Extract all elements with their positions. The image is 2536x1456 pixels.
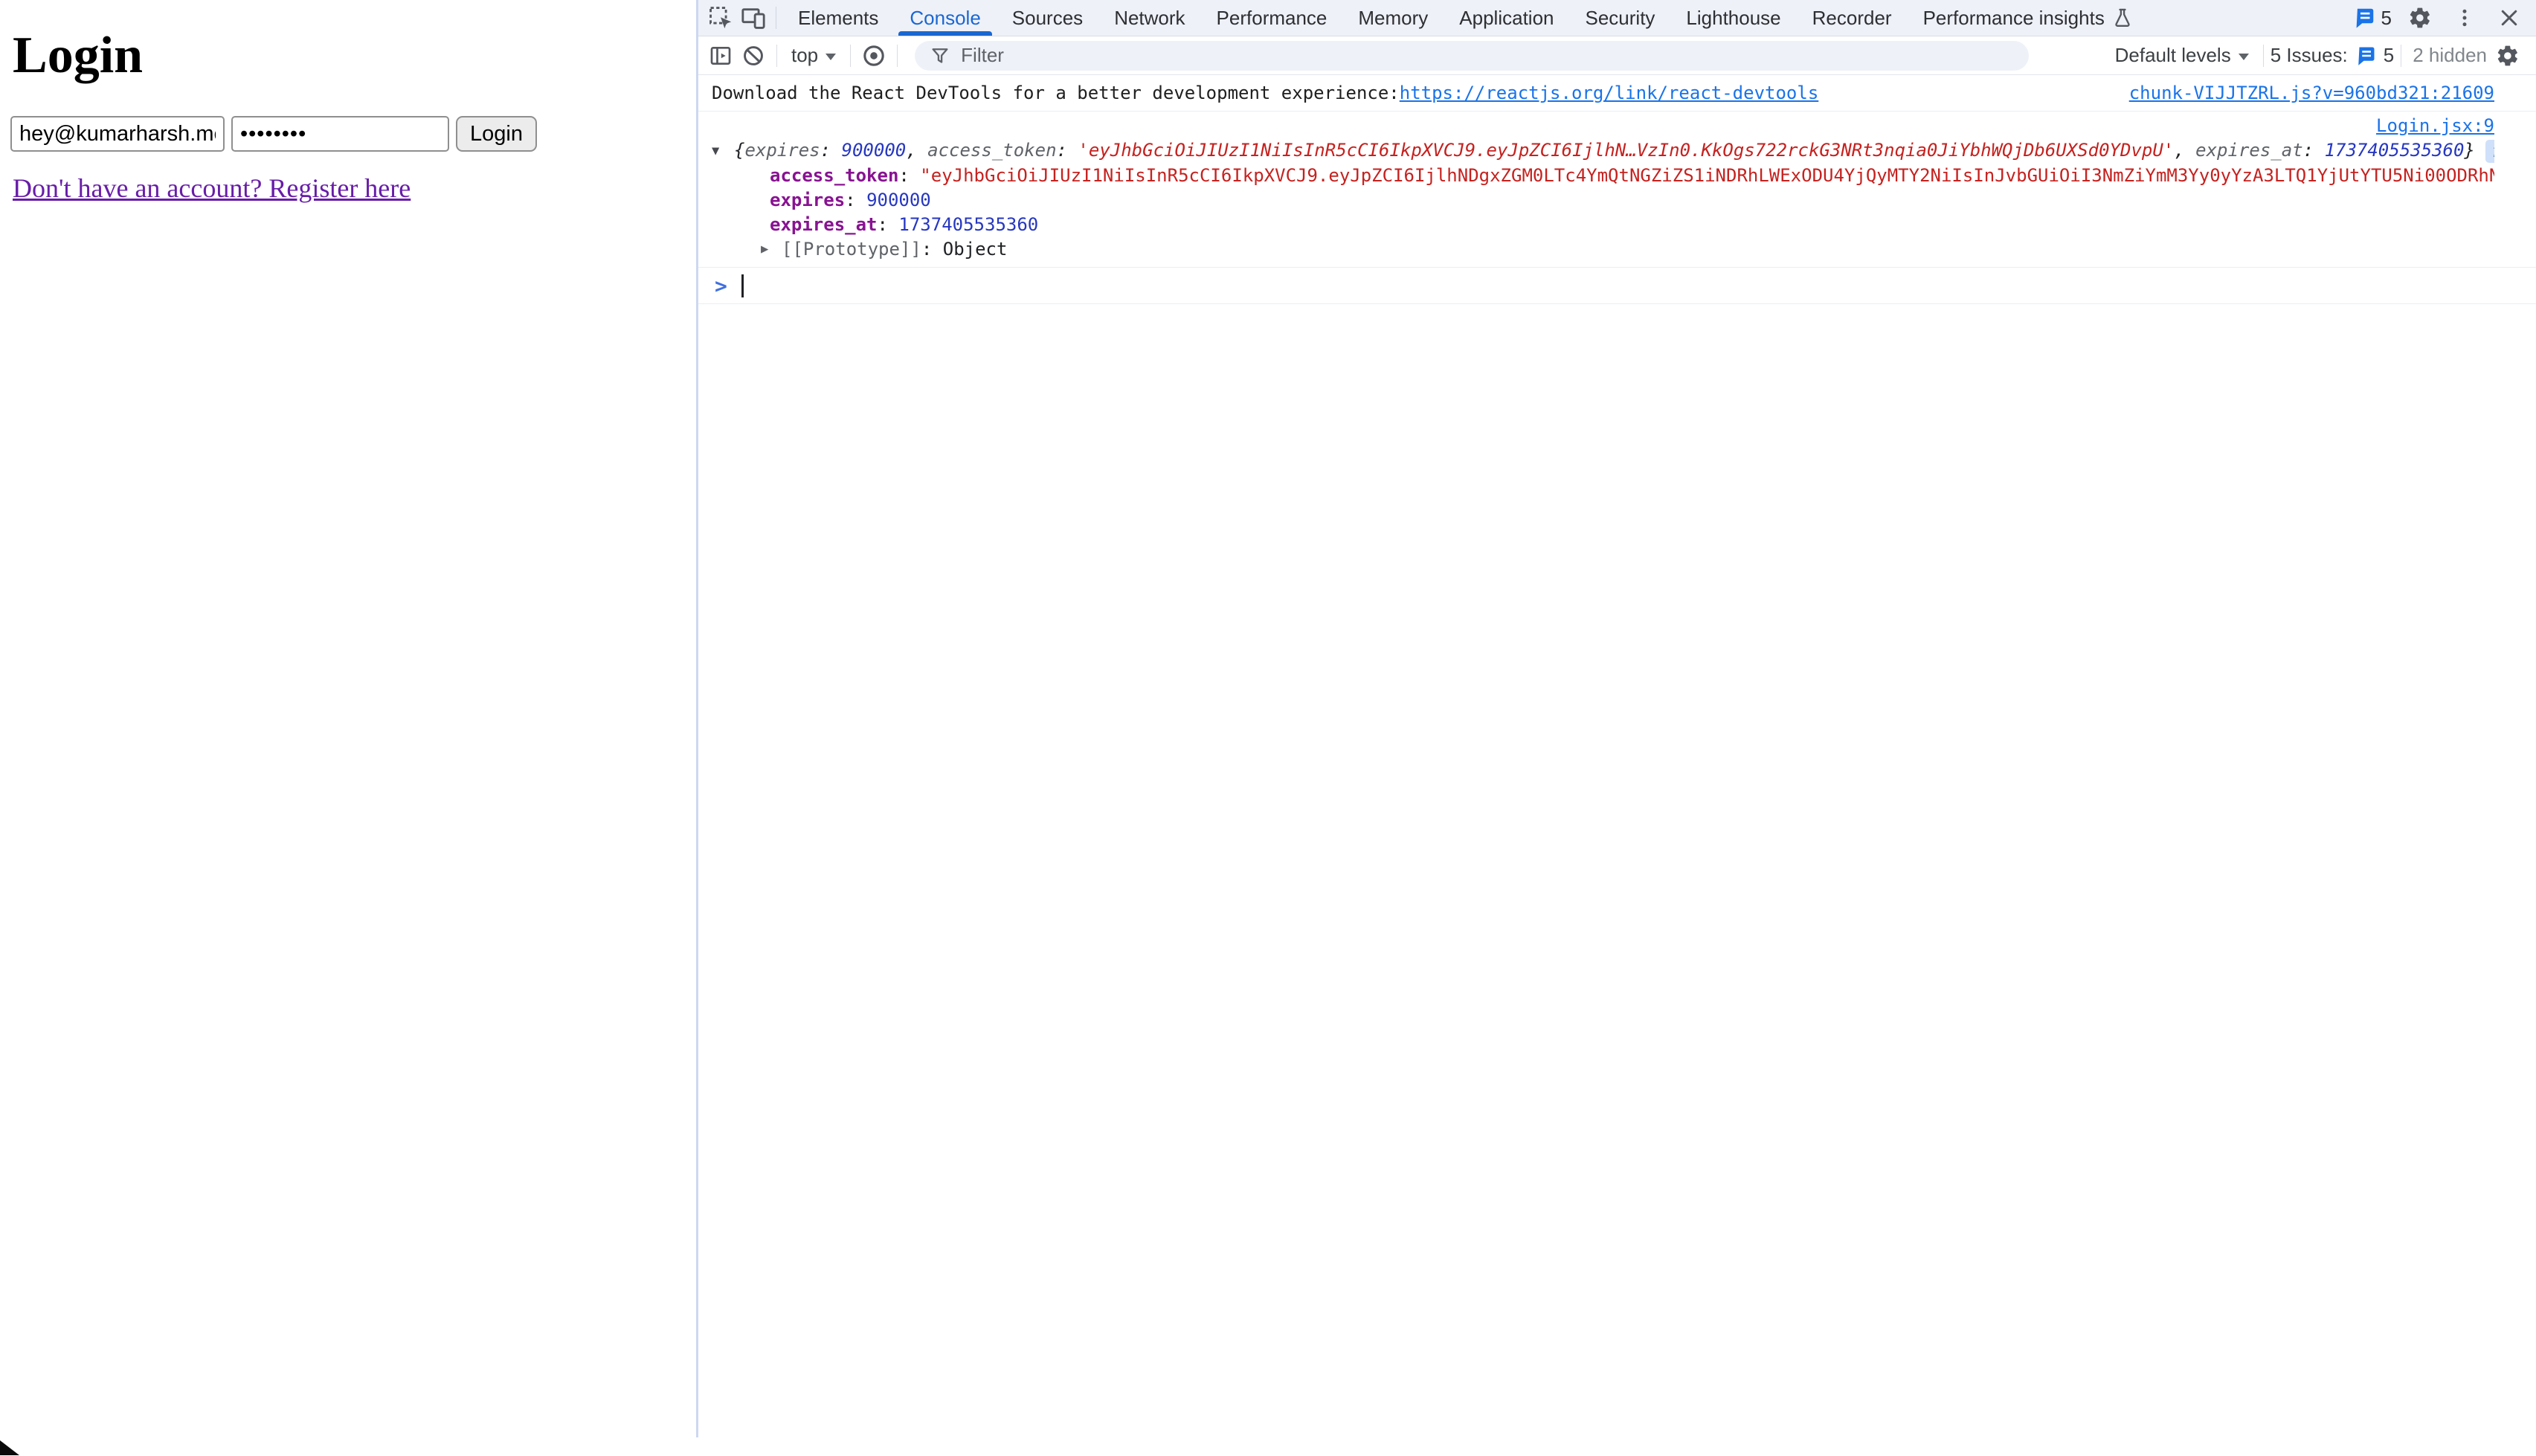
object-property-row: expires_at: 1737405535360 [712, 213, 2494, 237]
toolbar-separator [776, 45, 777, 67]
login-form: Login [10, 116, 537, 152]
expand-arrow-icon[interactable]: ▶ [761, 237, 782, 262]
filter-box [915, 41, 2029, 71]
object-preview-line: ▼{expires: 900000, access_token: 'eyJhbG… [712, 138, 2494, 164]
close-devtools-icon[interactable] [2493, 7, 2526, 29]
tab-memory[interactable]: Memory [1342, 0, 1444, 36]
live-expression-eye-icon[interactable] [857, 43, 890, 68]
register-link[interactable]: Don't have an account? Register here [13, 173, 411, 204]
flask-icon [2112, 7, 2133, 28]
message-bubble-icon [2352, 6, 2376, 30]
toolbar-separator [2263, 45, 2264, 67]
funnel-icon [930, 45, 950, 66]
login-button[interactable]: Login [456, 116, 537, 152]
console-output[interactable]: Download the React DevTools for a better… [698, 75, 2536, 1456]
object-property-row: access_token: "eyJhbGciOiJIUzI1NiIsInR5c… [712, 164, 2494, 188]
page-title: Login [13, 27, 143, 84]
password-field[interactable] [231, 116, 449, 152]
message-count: 5 [2381, 7, 2392, 30]
issues-bubble-icon [2355, 45, 2377, 67]
message-text: Download the React DevTools for a better… [712, 83, 1400, 103]
console-sidebar-icon[interactable] [704, 44, 737, 68]
toolbar-right-controls: Default levels 5 Issues: 5 2 hidden [2108, 44, 2524, 68]
settings-gear-icon[interactable] [2404, 6, 2436, 30]
toolbar-separator [897, 45, 898, 67]
log-levels-selector[interactable]: Default levels [2108, 44, 2256, 67]
console-settings-gear-icon[interactable] [2491, 44, 2524, 68]
console-messages-badge[interactable]: 5 [2352, 6, 2392, 30]
tab-security[interactable]: Security [1570, 0, 1671, 36]
text-cursor [741, 274, 744, 297]
source-link[interactable]: Login.jsx:9 [2376, 115, 2494, 136]
console-toolbar: top Default levels 5 Issues: [698, 36, 2536, 75]
devtools-tabbar: Elements Console Sources Network Perform… [698, 0, 2536, 36]
login-page: Login Login Don't have an account? Regis… [0, 0, 696, 1456]
tab-network[interactable]: Network [1098, 0, 1200, 36]
issues-counter[interactable]: 5 Issues: 5 [2271, 44, 2395, 67]
toolbar-separator [850, 45, 851, 67]
hidden-messages-count[interactable]: 2 hidden [2408, 44, 2491, 67]
console-message-object-log: Login.jsx:9 ▼{expires: 900000, access_to… [698, 112, 2536, 268]
object-property-row: expires: 900000 [712, 188, 2494, 213]
console-prompt[interactable]: > [698, 268, 2536, 304]
device-toolbar-icon[interactable] [737, 0, 770, 36]
tab-performance[interactable]: Performance [1201, 0, 1343, 36]
tab-performance-insights[interactable]: Performance insights [1908, 0, 2149, 36]
tab-sources[interactable]: Sources [997, 0, 1098, 36]
tab-lighthouse[interactable]: Lighthouse [1670, 0, 1796, 36]
mouse-cursor [0, 1440, 20, 1456]
prototype-row: ▶[[Prototype]]: Object [712, 237, 2494, 262]
info-icon[interactable]: i [2485, 140, 2494, 163]
tab-console[interactable]: Console [894, 0, 996, 36]
chevron-down-icon [826, 54, 836, 60]
email-field[interactable] [10, 116, 225, 152]
source-link[interactable]: chunk-VIJJTZRL.js?v=960bd321:21609 [2129, 83, 2494, 103]
more-options-icon[interactable] [2448, 7, 2481, 29]
clear-console-icon[interactable] [737, 44, 770, 68]
devtools-panel: Elements Console Sources Network Perform… [698, 0, 2536, 1456]
tabbar-right-controls: 5 [2352, 0, 2526, 36]
inspect-element-icon[interactable] [704, 0, 737, 36]
console-message-react-devtools: Download the React DevTools for a better… [698, 75, 2536, 112]
context-selector[interactable]: top [784, 44, 843, 67]
prompt-chevron-icon: > [715, 274, 727, 298]
tab-recorder[interactable]: Recorder [1797, 0, 1908, 36]
react-devtools-link[interactable]: https://reactjs.org/link/react-devtools [1400, 83, 1819, 103]
chevron-down-icon [2239, 54, 2249, 60]
tab-application[interactable]: Application [1444, 0, 1569, 36]
collapse-arrow-icon[interactable]: ▼ [712, 139, 734, 164]
filter-input[interactable] [959, 43, 2014, 68]
tab-elements[interactable]: Elements [782, 0, 894, 36]
